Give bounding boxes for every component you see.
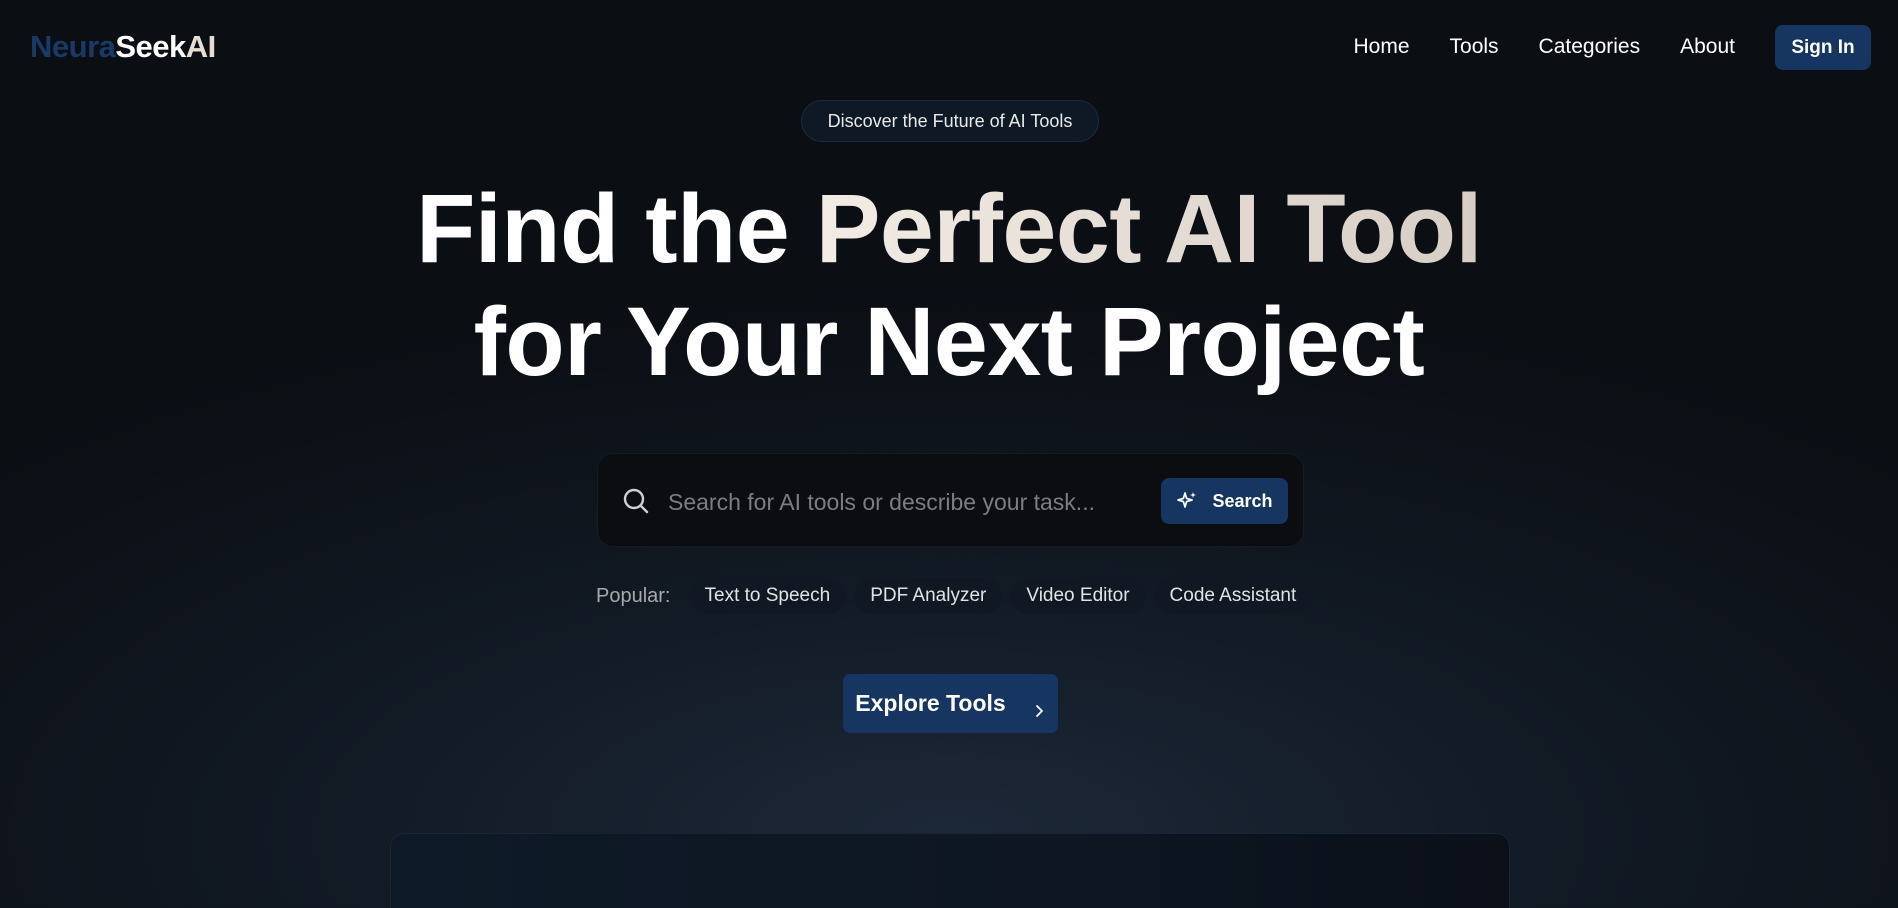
- search-bar: Search: [597, 453, 1304, 547]
- headline-part-find-the: Find the: [416, 174, 816, 283]
- sign-in-button[interactable]: Sign In: [1775, 25, 1871, 70]
- announcement-badge: Discover the Future of AI Tools: [801, 100, 1099, 142]
- popular-chip-pdf-analyzer[interactable]: PDF Analyzer: [854, 578, 1003, 614]
- brand-logo-part-seek: Seek: [115, 29, 186, 64]
- search-input[interactable]: [666, 479, 1140, 525]
- search-button[interactable]: Search: [1161, 478, 1288, 524]
- preview-panel: [390, 833, 1510, 908]
- sparkle-icon: [1176, 490, 1198, 512]
- search-icon: [622, 487, 650, 515]
- nav-link-home[interactable]: Home: [1353, 32, 1409, 62]
- brand-logo[interactable]: NeuraSeekAI: [30, 28, 216, 66]
- headline-part-highlight: Perfect AI Tool: [815, 174, 1483, 283]
- nav-link-categories[interactable]: Categories: [1539, 32, 1641, 62]
- nav-link-about[interactable]: About: [1680, 32, 1735, 62]
- popular-searches: Popular: Text to Speech PDF Analyzer Vid…: [596, 578, 1320, 614]
- popular-chip-text-to-speech[interactable]: Text to Speech: [688, 578, 847, 614]
- headline-line-2: for Your Next Project: [473, 287, 1425, 396]
- popular-chip-video-editor[interactable]: Video Editor: [1010, 578, 1146, 614]
- site-header: NeuraSeekAI Home Tools Categories About …: [0, 0, 1898, 96]
- hero-headline: Find the Perfect AI Tool for Your Next P…: [0, 172, 1898, 398]
- explore-tools-label: Explore Tools: [855, 690, 1006, 716]
- nav-link-tools[interactable]: Tools: [1450, 32, 1499, 62]
- main-nav: Home Tools Categories About: [1353, 32, 1735, 62]
- search-button-label: Search: [1212, 490, 1273, 511]
- explore-tools-button[interactable]: Explore Tools: [843, 674, 1058, 733]
- brand-logo-part-ai: AI: [185, 29, 217, 64]
- popular-chip-code-assistant[interactable]: Code Assistant: [1153, 578, 1313, 614]
- brand-logo-part-neura: Neura: [30, 29, 116, 64]
- chevron-right-icon: [1032, 697, 1046, 717]
- popular-label: Popular:: [596, 584, 671, 607]
